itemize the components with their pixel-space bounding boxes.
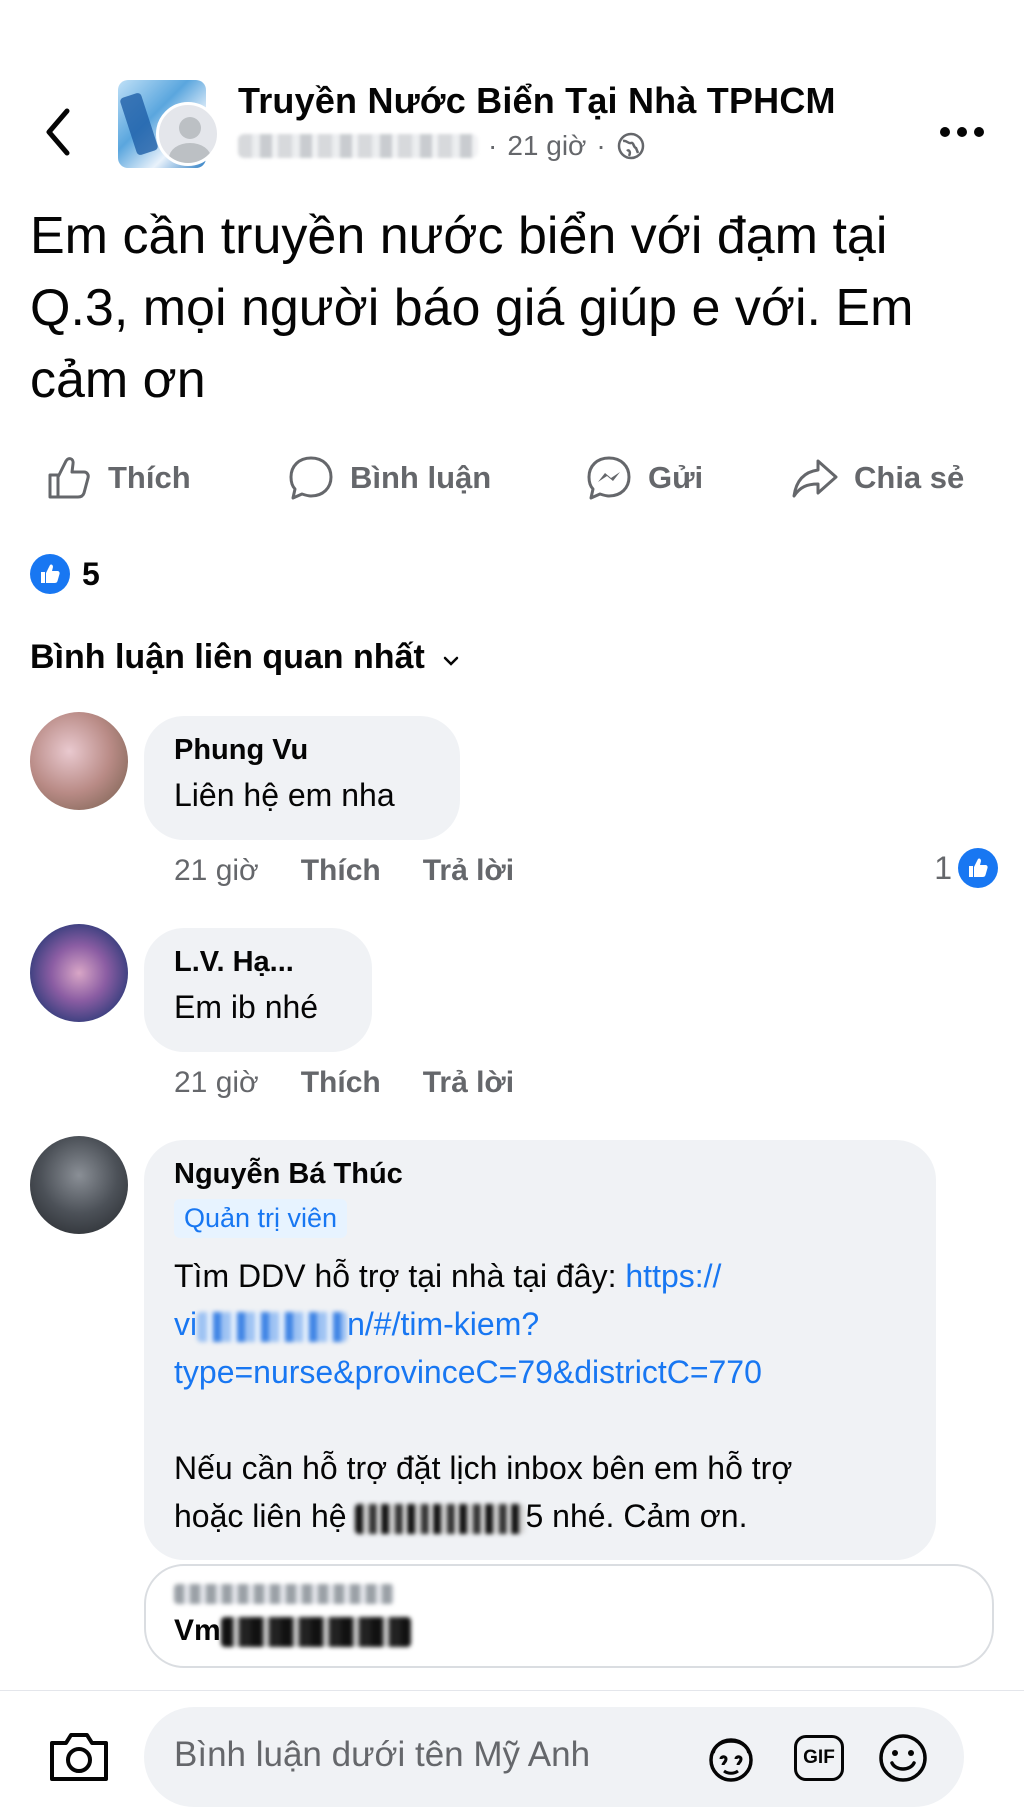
comment-text: Em ib nhé	[174, 989, 319, 1025]
comment-reaction-count[interactable]: 1	[934, 848, 998, 888]
post-actions: Thích Bình luận Gửi Chia sẻ	[0, 440, 1024, 516]
sort-label: Bình luận liên quan nhất	[30, 638, 425, 676]
comment-likes-number: 1	[934, 849, 952, 886]
dot-icon	[974, 127, 984, 137]
messenger-icon	[587, 456, 631, 500]
poster-avatar[interactable]	[156, 102, 220, 166]
comment-author[interactable]: L.V. Hạ...	[174, 946, 342, 979]
dot-icon	[940, 127, 950, 137]
meta-separator: ·	[488, 130, 498, 161]
comment-text: Liên hệ em nha	[174, 777, 395, 813]
like-label: Thích	[108, 460, 191, 495]
comment-link[interactable]: https://	[625, 1258, 721, 1294]
comment-label: Bình luận	[350, 460, 492, 495]
send-label: Gửi	[648, 460, 704, 495]
post-text: Em cần truyền nước biển với đạm tại Q.3,…	[30, 207, 914, 409]
back-button[interactable]	[36, 102, 80, 162]
comment-text-intro: Tìm DDV hỗ trợ tại nhà tại đây:	[174, 1258, 626, 1294]
comment-input[interactable]: Bình luận dưới tên Mỹ Anh GIF	[144, 1707, 964, 1807]
comment-link-part[interactable]: type=nurse&provinceC=79&districtC=770	[174, 1354, 762, 1390]
group-name[interactable]: Truyền Nước Biển Tại Nhà TPHCM	[238, 80, 836, 122]
link-preview-card[interactable]: Vm	[144, 1564, 994, 1668]
chevron-down-icon	[443, 656, 459, 666]
comment-bubble[interactable]: Nguyễn Bá Thúc Quản trị viên Tìm DDV hỗ …	[144, 1140, 936, 1560]
comment-text-follow: Nếu cần hỗ trợ đặt lịch inbox bên em hỗ …	[174, 1450, 793, 1486]
like-button[interactable]: Thích	[44, 440, 191, 516]
comment-meta: 21 giờ Thích Trả lời	[174, 1066, 514, 1100]
post-header: Truyền Nước Biển Tại Nhà TPHCM · 21 giờ …	[0, 60, 1024, 180]
reaction-summary[interactable]: 5	[30, 554, 100, 594]
comment-bubble[interactable]: Phung Vu Liên hệ em nha	[144, 716, 460, 840]
avatar[interactable]	[30, 712, 128, 810]
admin-badge: Quản trị viên	[174, 1199, 348, 1238]
share-label: Chia sẻ	[854, 460, 965, 495]
comment-link-part[interactable]: n/#/tim-kiem?	[347, 1306, 539, 1342]
comment-link-part[interactable]: vi	[174, 1306, 197, 1342]
comment-text-follow: 5 nhé. Cảm ơn.	[525, 1498, 748, 1534]
comment-like-button[interactable]: Thích	[301, 1066, 381, 1100]
comment-bubble[interactable]: L.V. Hạ... Em ib nhé	[144, 928, 372, 1052]
comment-time[interactable]: 21 giờ	[174, 854, 259, 888]
avatar[interactable]	[30, 924, 128, 1022]
comment-composer: Bình luận dưới tên Mỹ Anh GIF	[0, 1690, 1024, 1820]
comment-author[interactable]: Phung Vu	[174, 734, 430, 767]
send-button[interactable]: Gửi	[584, 440, 703, 516]
post-time[interactable]: 21 giờ	[507, 130, 586, 162]
like-reaction-icon	[958, 848, 998, 888]
redacted-phone-segment	[355, 1503, 526, 1534]
comment-meta: 21 giờ Thích Trả lời	[174, 854, 514, 888]
share-button[interactable]: Chia sẻ	[790, 440, 964, 516]
globe-icon	[617, 132, 644, 160]
gif-icon: GIF	[794, 1735, 844, 1781]
reaction-count: 5	[82, 555, 100, 592]
comment-button[interactable]: Bình luận	[286, 440, 491, 516]
meta-separator-2: ·	[596, 130, 606, 161]
poster-name-redacted[interactable]	[238, 134, 478, 158]
avatar[interactable]	[30, 1136, 128, 1234]
emoji-icon[interactable]	[874, 1729, 932, 1787]
link-preview-title: Vm	[174, 1614, 964, 1648]
comment-input-placeholder: Bình luận dưới tên Mỹ Anh	[174, 1735, 591, 1774]
link-preview-site	[174, 1580, 964, 1606]
more-options-button[interactable]	[934, 112, 990, 152]
camera-icon[interactable]	[46, 1729, 112, 1785]
post-meta: · 21 giờ ·	[238, 130, 646, 162]
redacted-link-segment	[197, 1311, 348, 1342]
chevron-left-icon	[46, 108, 70, 156]
share-arrow-icon	[792, 459, 838, 498]
comment-reply-button[interactable]: Trả lời	[423, 1066, 514, 1100]
comment-author[interactable]: Nguyễn Bá Thúc	[174, 1158, 906, 1191]
comment-text-follow: hoặc liên hệ	[174, 1498, 356, 1534]
gif-button[interactable]: GIF	[790, 1729, 848, 1787]
like-reaction-icon	[30, 554, 70, 594]
dot-icon	[957, 127, 967, 137]
comment-bubble-icon	[289, 456, 333, 500]
avatar-sticker-icon[interactable]	[702, 1729, 760, 1787]
comment-reply-button[interactable]: Trả lời	[423, 854, 514, 888]
comment-like-button[interactable]: Thích	[301, 854, 381, 888]
comment-text: Tìm DDV hỗ trợ tại nhà tại đây: https://…	[174, 1252, 906, 1540]
thumbs-up-icon	[48, 457, 90, 499]
comment-time[interactable]: 21 giờ	[174, 1066, 259, 1100]
comments-sort-dropdown[interactable]: Bình luận liên quan nhất	[30, 638, 461, 677]
